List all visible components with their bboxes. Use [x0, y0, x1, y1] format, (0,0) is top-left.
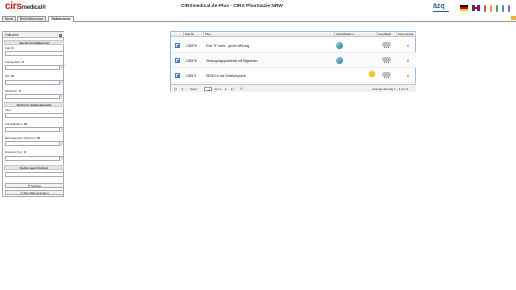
grid-pager: |◂ ◂ Seite 1 von 1 ▸ ▸| ⟳ Anzeige Eintra… [171, 84, 416, 92]
flag-de-icon[interactable] [460, 5, 468, 11]
last-page-icon[interactable]: ▸| [231, 87, 234, 91]
app-title: CIRSmedical.de-Plus - CIRS Pharmazie NRW [181, 4, 283, 9]
header-kommentar[interactable]: Kommentar [397, 32, 416, 37]
section-fallbericht: Suche im Fallbericht [4, 40, 64, 45]
header-feedback[interactable]: Feedback [377, 32, 397, 37]
row-titel[interactable]: Versorgungsprobleme mit Migranten [206, 59, 257, 63]
fallnr-input[interactable] [5, 51, 64, 56]
row-kommentare: 0 [407, 59, 409, 63]
search-button-label: Suchen [30, 184, 42, 188]
beitragenden-select[interactable] [5, 141, 64, 146]
azq-logo[interactable]: äzq [433, 3, 445, 10]
show-all-button[interactable]: ⚲ Alle Fälle anzeigen [5, 190, 64, 195]
wodurch-select[interactable] [5, 94, 64, 99]
chevron-down-icon[interactable] [59, 157, 63, 161]
row-fallnr: 135576 [186, 59, 197, 63]
person-icon [484, 5, 486, 12]
person-icon [490, 5, 492, 12]
page-of-label: von 1 [214, 87, 222, 92]
search-sidebar: Fallsuche Suche im Fallbericht Fall-Nr: … [2, 31, 64, 197]
header-fallnr[interactable]: Fall-Nr [184, 32, 204, 37]
case-grid: Fall-Nr Titel Klassifikation Feedback Ko… [170, 31, 416, 92]
show-all-button-label: Alle Fälle anzeigen [23, 191, 49, 195]
klassifikation-select[interactable] [5, 127, 64, 132]
chevron-down-icon[interactable] [59, 81, 63, 85]
flag-en-icon[interactable] [472, 5, 480, 11]
tab-news[interactable]: News [2, 15, 16, 22]
search-button[interactable]: ⚲ Suchen [5, 183, 64, 188]
cloud-icon [382, 42, 391, 48]
wodurch-label: Wodurch: [5, 89, 22, 93]
person-icon [496, 5, 498, 12]
help-icon[interactable] [23, 150, 27, 154]
chevron-down-icon[interactable] [59, 95, 63, 99]
display-info: Anzeige Eintrag 1 - 3 von 3 [372, 87, 409, 92]
row-kommentare: 0 [407, 44, 409, 48]
grid-header: Fall-Nr Titel Klassifikation Feedback Ko… [171, 32, 416, 37]
wo-label: Wo: [5, 74, 14, 78]
refresh-icon[interactable]: ⟳ [240, 87, 243, 91]
fallnr-label: Fall-Nr: [5, 46, 15, 50]
header-icon-col [171, 32, 184, 37]
search-icon[interactable] [59, 33, 62, 37]
chevron-down-icon[interactable] [59, 128, 63, 132]
report-icon[interactable] [175, 58, 180, 63]
section-analysebericht: Suche in Analysebericht [4, 102, 64, 107]
help-icon[interactable] [11, 74, 14, 78]
sidebar-title: Fallsuche [3, 32, 64, 38]
tab-fallberichte[interactable]: Fallberichte [48, 15, 74, 22]
row-titel[interactable]: SENDI in der Erkältungszeit [206, 74, 246, 78]
freitext-input[interactable] [5, 172, 64, 177]
page-input[interactable]: 1 [204, 86, 212, 91]
chevron-down-icon[interactable] [59, 66, 63, 70]
cirsmedical-logo[interactable]: cirsmedical® [5, 2, 46, 13]
header-klassifikation[interactable]: Klassifikation [335, 32, 377, 37]
person-icon [502, 5, 504, 12]
cloud-icon [382, 72, 391, 78]
table-row[interactable]: 135571 SENDI in der Erkältungszeit 0 [171, 68, 416, 83]
help-icon[interactable] [37, 136, 40, 140]
tab-berichtformular[interactable]: Berichtformular [17, 15, 46, 22]
cloud-icon [382, 57, 391, 63]
collapse-handle-icon[interactable]: › [64, 62, 65, 66]
help-icon[interactable] [24, 122, 27, 126]
globe-icon [336, 57, 343, 64]
titel-label: Titel: [5, 108, 12, 112]
report-icon[interactable] [175, 43, 180, 48]
fachgebiet-label: Fachgebiet: [5, 60, 25, 64]
help-icon[interactable] [18, 89, 22, 93]
titel-input[interactable] [5, 113, 64, 118]
beitragenden-label: Beitragenden Faktoren: [5, 136, 40, 140]
next-page-icon[interactable]: ▸ [225, 87, 227, 91]
prev-page-icon[interactable]: ◂ [181, 87, 183, 91]
header: cirsmedical® CIRSmedical.de-Plus - CIRS … [0, 0, 516, 14]
row-fallnr: 135571 [186, 74, 197, 78]
wo-select[interactable] [5, 80, 64, 85]
report-icon[interactable] [175, 73, 180, 78]
first-page-icon[interactable]: |◂ [174, 87, 177, 91]
row-kommentare: 0 [407, 74, 409, 78]
table-row[interactable]: 135576 Versorgungsprobleme mit Migranten… [171, 53, 416, 68]
page-label: Seite [190, 87, 197, 92]
klassifikation-label: Klassifikation: [5, 122, 27, 126]
table-row[interactable]: 135578 Eine "5" mehr - große Wirkung 0 [171, 38, 416, 53]
row-titel[interactable]: Eine "5" mehr - große Wirkung [206, 44, 249, 48]
section-freitext: Suche nach Freitext [4, 165, 64, 170]
chevron-down-icon[interactable] [59, 142, 63, 146]
ereignistyp-label: Ereignis-Typ: [5, 150, 27, 154]
person-icon [508, 5, 510, 12]
corner-icon[interactable] [511, 16, 516, 20]
fachgebiet-select[interactable] [5, 65, 64, 70]
header-titel[interactable]: Titel [204, 32, 335, 37]
azq-logo-underline [433, 11, 449, 12]
tab-bar: News Berichtformular Fallberichte [0, 14, 516, 22]
row-fallnr: 135578 [186, 44, 197, 48]
sun-icon [369, 71, 375, 77]
ereignistyp-select[interactable] [5, 156, 64, 161]
people-icons [484, 5, 510, 12]
help-icon[interactable] [21, 60, 25, 64]
globe-icon [336, 42, 343, 49]
